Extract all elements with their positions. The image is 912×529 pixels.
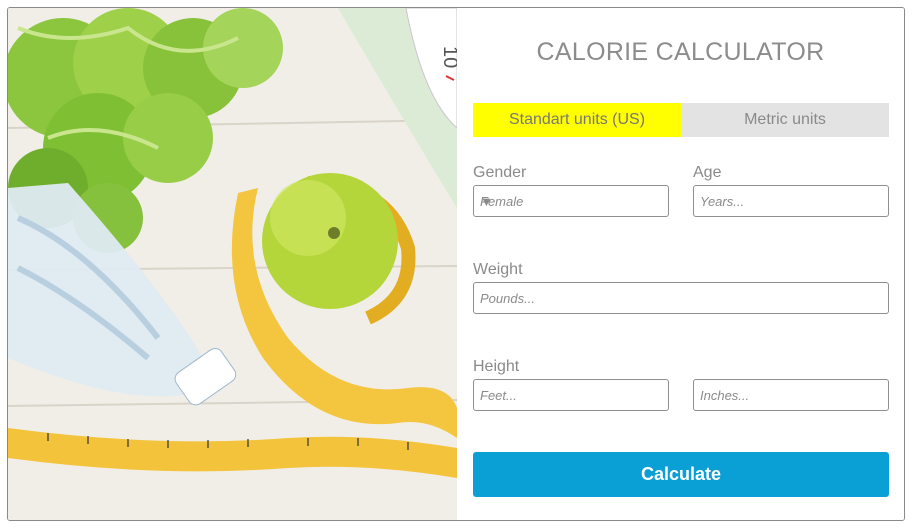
apple-icon [262,173,398,309]
calculator-panel: CALORIE CALCULATOR Standart units (US) M… [457,8,904,520]
height-label: Height [473,358,520,375]
calculate-button[interactable]: Calculate [473,452,889,497]
tab-standard-units[interactable]: Standart units (US) [473,103,681,137]
age-placeholder: Years... [700,194,745,209]
gender-label: Gender [473,164,527,181]
scale-dial-number: 10 [439,46,457,68]
hero-photo: 10 [8,8,457,520]
age-label: Age [693,164,722,181]
inches-placeholder: Inches... [700,388,750,403]
dropdown-arrow-icon: ▼ [480,194,493,209]
gender-select[interactable]: Female ▼ [473,185,669,217]
feet-placeholder: Feet... [480,388,517,403]
weight-label: Weight [473,261,523,278]
unit-tabs: Standart units (US) Metric units [473,103,889,137]
height-feet-input[interactable]: Feet... [473,379,669,411]
tab-metric-units[interactable]: Metric units [681,103,889,137]
height-inches-input[interactable]: Inches... [693,379,889,411]
photo-illustration: 10 [8,8,457,520]
age-input[interactable]: Years... [693,185,889,217]
weight-placeholder: Pounds... [480,291,535,306]
calculator-card: 10 CALORIE CALCULATOR Standart units (US… [7,7,905,521]
page-title: CALORIE CALCULATOR [536,38,825,66]
weight-input[interactable]: Pounds... [473,282,889,314]
